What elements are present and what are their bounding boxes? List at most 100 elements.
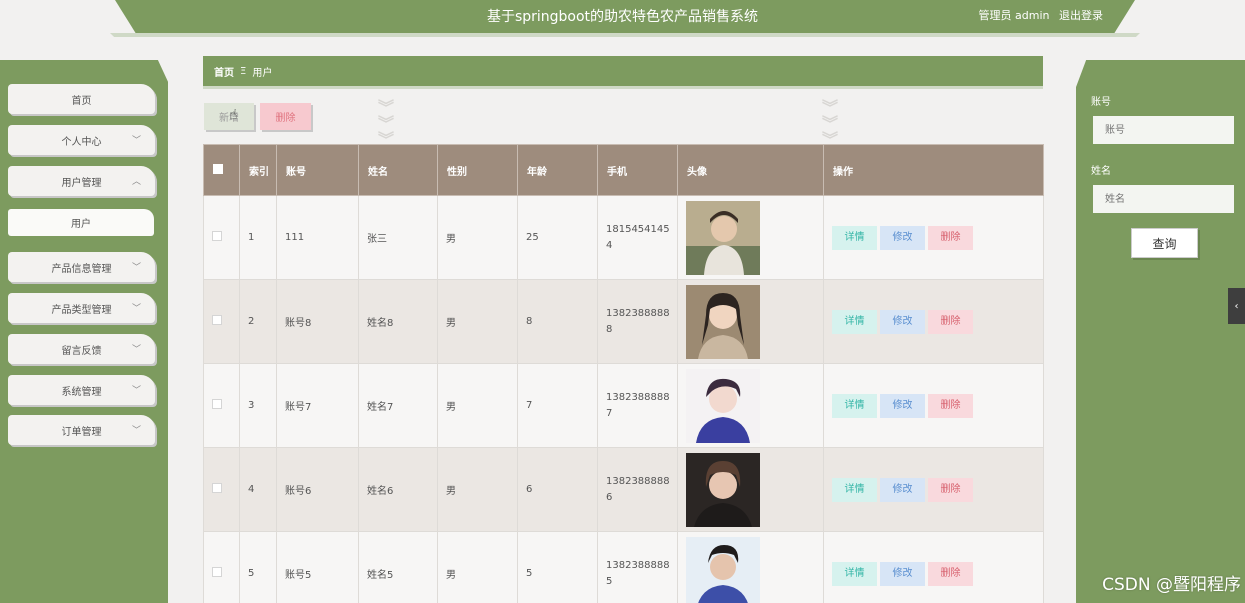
account-search-input[interactable]: [1093, 116, 1234, 144]
avatar-cell: [677, 195, 824, 280]
cell-account: 111: [276, 195, 359, 280]
column-header-gender: 性别: [437, 144, 518, 196]
detail-button[interactable]: 详情: [832, 225, 877, 250]
row-actions: 详情 修改 删除: [823, 279, 1044, 364]
cell-gender: 男: [437, 195, 518, 280]
name-search-label: 姓名: [1091, 166, 1111, 177]
sidebar-item-label: 订单管理: [61, 426, 102, 438]
sidebar-item-product-info[interactable]: 产品信息管理 ﹀: [8, 252, 155, 282]
chevron-down-icon: ﹀: [131, 345, 141, 355]
sidebar-item-label: 产品信息管理: [51, 263, 112, 275]
logout-link[interactable]: 退出登录: [1059, 9, 1103, 22]
sidebar-item-home[interactable]: 首页: [8, 84, 155, 114]
row-checkbox[interactable]: [212, 483, 222, 493]
cell-gender: 男: [437, 279, 518, 364]
column-header-avatar: 头像: [677, 144, 824, 196]
cell-phone: 13823888887: [597, 363, 678, 448]
row-checkbox[interactable]: [212, 399, 222, 409]
avatar-cell: [677, 447, 824, 532]
select-all-cell: [203, 144, 240, 196]
user-area: 管理员 admin 退出登录: [973, 7, 1103, 23]
chevron-down-icon: ﹀: [131, 426, 141, 436]
row-checkbox[interactable]: [212, 567, 222, 577]
edit-button[interactable]: 修改: [880, 561, 925, 586]
cell-phone: 13823888886: [597, 447, 678, 532]
cell-name: 姓名7: [358, 363, 438, 448]
cell-age: 7: [517, 363, 598, 448]
edit-button[interactable]: 修改: [880, 393, 925, 418]
avatar-image[interactable]: [686, 284, 760, 359]
delete-button[interactable]: 删除: [928, 393, 973, 418]
sidebar-item-label: 个人中心: [61, 136, 102, 148]
sidebar-item-product-type[interactable]: 产品类型管理 ﹀: [8, 293, 155, 323]
sidebar-item-orders[interactable]: 订单管理 ﹀: [8, 415, 155, 445]
avatar-image[interactable]: [686, 368, 760, 443]
cell-name: 张三: [358, 195, 438, 280]
sidebar-item-label: 首页: [71, 95, 92, 107]
detail-button[interactable]: 详情: [832, 309, 877, 334]
column-header-name: 姓名: [358, 144, 438, 196]
delete-button[interactable]: 删除: [928, 561, 973, 586]
avatar-cell: [677, 531, 824, 603]
cell-phone: 18154541454: [597, 195, 678, 280]
chevron-down-icon: ﹀: [131, 304, 141, 314]
cell-age: 6: [517, 447, 598, 532]
table-row: 1 111 张三 男 25 18154541454 详情 修改 删除: [203, 195, 1044, 280]
delete-button[interactable]: 删除: [928, 225, 973, 250]
search-button[interactable]: 查询: [1131, 228, 1198, 258]
cell-gender: 男: [437, 363, 518, 448]
chevron-down-icon: ﹀: [131, 263, 141, 273]
sidebar-item-feedback[interactable]: 留言反馈 ﹀: [8, 334, 155, 364]
chevron-left-icon[interactable]: ‹: [1228, 288, 1245, 324]
batch-delete-button[interactable]: 删除: [260, 103, 311, 130]
cell-phone: 13823888888: [597, 279, 678, 364]
edit-button[interactable]: 修改: [880, 309, 925, 334]
table-row: 2 账号8 姓名8 男 8 13823888888 详情 修改 删除: [203, 279, 1044, 364]
cell-account: 账号8: [276, 279, 359, 364]
cell-age: 8: [517, 279, 598, 364]
avatar-image[interactable]: [686, 200, 760, 275]
breadcrumb-separator: Ξ: [240, 65, 247, 77]
detail-button[interactable]: 详情: [832, 477, 877, 502]
breadcrumb-home[interactable]: 首页: [214, 64, 234, 79]
watermark: CSDN @暨阳程序: [1102, 575, 1241, 595]
sidebar-item-personal-center[interactable]: 个人中心 ﹀: [8, 125, 155, 155]
avatar-image[interactable]: [686, 452, 760, 527]
account-search-label: 账号: [1091, 97, 1111, 108]
avatar-image[interactable]: [686, 536, 760, 603]
cell-name: 姓名6: [358, 447, 438, 532]
column-header-account: 账号: [276, 144, 359, 196]
cell-account: 账号5: [276, 531, 359, 603]
sidebar-item-label: 用户管理: [61, 177, 102, 189]
detail-button[interactable]: 详情: [832, 561, 877, 586]
current-user-label: 管理员 admin: [978, 9, 1050, 22]
column-header-phone: 手机: [597, 144, 678, 196]
sidebar-item-user-management[interactable]: 用户管理 ︿: [8, 166, 155, 196]
cell-index: 5: [239, 531, 277, 603]
sidebar-subitem-users[interactable]: 用户: [8, 209, 154, 236]
sidebar-item-label: 系统管理: [61, 386, 102, 398]
cell-index: 3: [239, 363, 277, 448]
edit-button[interactable]: 修改: [880, 477, 925, 502]
edit-button[interactable]: 修改: [880, 225, 925, 250]
delete-button[interactable]: 删除: [928, 309, 973, 334]
cell-name: 姓名5: [358, 531, 438, 603]
breadcrumb-underline: [203, 86, 1043, 89]
name-search-input[interactable]: [1093, 185, 1234, 213]
pointer-cursor-icon: ☝: [229, 107, 238, 123]
detail-button[interactable]: 详情: [832, 393, 877, 418]
select-all-checkbox[interactable]: [213, 163, 223, 174]
avatar-cell: [677, 363, 824, 448]
column-header-age: 年龄: [517, 144, 598, 196]
cell-age: 25: [517, 195, 598, 280]
table-row: 4 账号6 姓名6 男 6 13823888886 详情 修改 删除: [203, 447, 1044, 532]
sidebar-item-system[interactable]: 系统管理 ﹀: [8, 375, 155, 405]
user-table: 索引 账号 姓名 性别 年龄 手机 头像 操作 1 111 张三 男 25 18…: [203, 144, 1044, 603]
cell-age: 5: [517, 531, 598, 603]
chevron-down-icon: ﹀: [131, 136, 141, 146]
row-checkbox[interactable]: [212, 315, 222, 325]
row-checkbox[interactable]: [212, 231, 222, 241]
avatar-cell: [677, 279, 824, 364]
delete-button[interactable]: 删除: [928, 477, 973, 502]
column-header-index: 索引: [239, 144, 277, 196]
